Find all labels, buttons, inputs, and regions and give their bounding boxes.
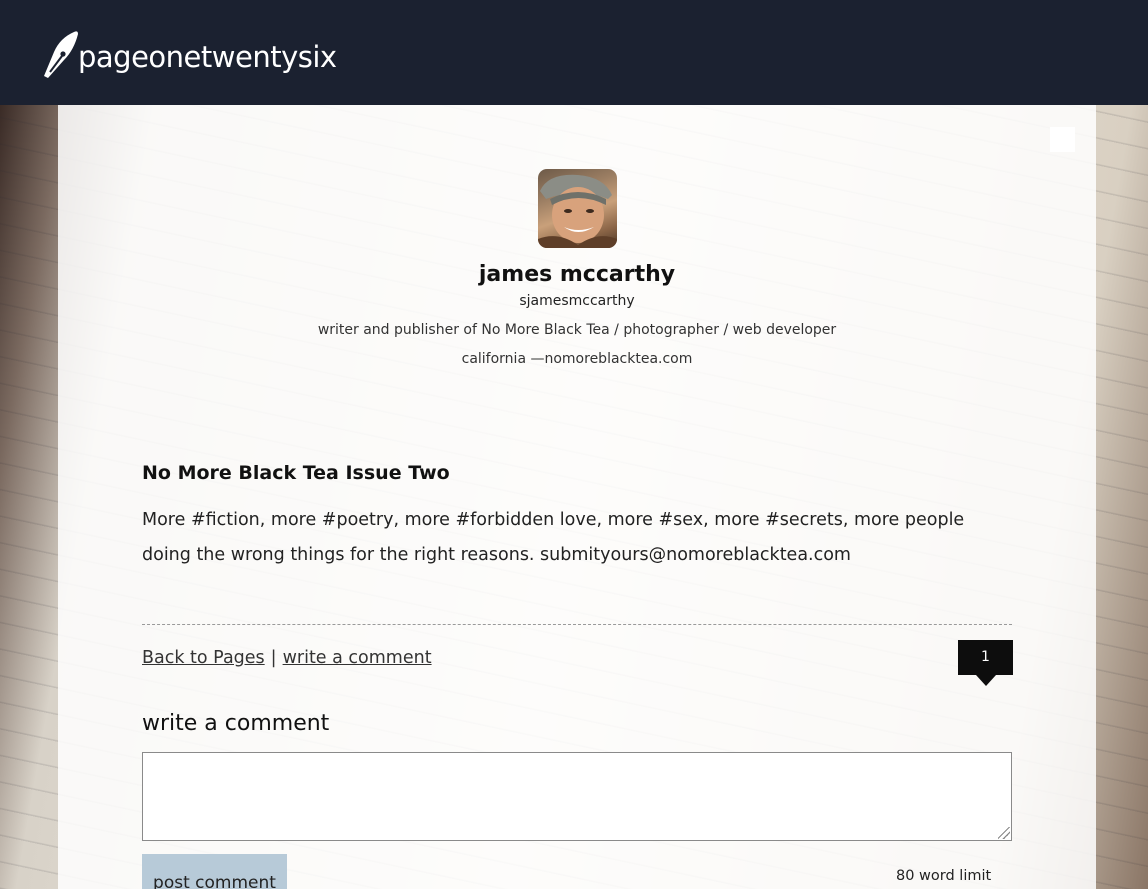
word-limit-label: 80 word limit xyxy=(896,868,992,884)
avatar-photo xyxy=(538,174,617,248)
main-content-panel: james mccarthy sjamesmccarthy writer and… xyxy=(58,105,1096,889)
post-title: No More Black Tea Issue Two xyxy=(142,462,450,484)
back-to-pages-link[interactable]: Back to Pages xyxy=(142,648,265,668)
profile-bio: writer and publisher of No More Black Te… xyxy=(317,322,837,338)
profile-location: california —nomoreblacktea.com xyxy=(461,351,693,367)
write-comment-link[interactable]: write a comment xyxy=(283,648,432,668)
pen-nib-icon xyxy=(44,31,78,78)
site-logo-text: pageonetwentysix xyxy=(78,40,337,74)
corner-toggle-box[interactable] xyxy=(1050,127,1075,152)
top-navigation-bar: pageonetwentysix xyxy=(0,0,1148,105)
avatar xyxy=(538,169,617,248)
comment-heading: write a comment xyxy=(142,711,330,736)
comment-count-badge[interactable]: 1 xyxy=(958,640,1013,686)
post-comment-button[interactable]: post comment xyxy=(142,854,287,889)
link-separator: | xyxy=(270,648,277,668)
post-body: More #fiction, more #poetry, more #forbi… xyxy=(142,510,965,565)
resize-handle-icon[interactable] xyxy=(998,827,1010,839)
profile-handle: sjamesmccarthy xyxy=(519,293,635,309)
comment-input[interactable] xyxy=(142,752,1012,841)
profile-name: james mccarthy xyxy=(478,262,676,287)
divider xyxy=(142,624,1012,625)
post-actions: Back to Pages | write a comment xyxy=(142,648,432,668)
site-logo[interactable]: pageonetwentysix xyxy=(40,26,337,82)
